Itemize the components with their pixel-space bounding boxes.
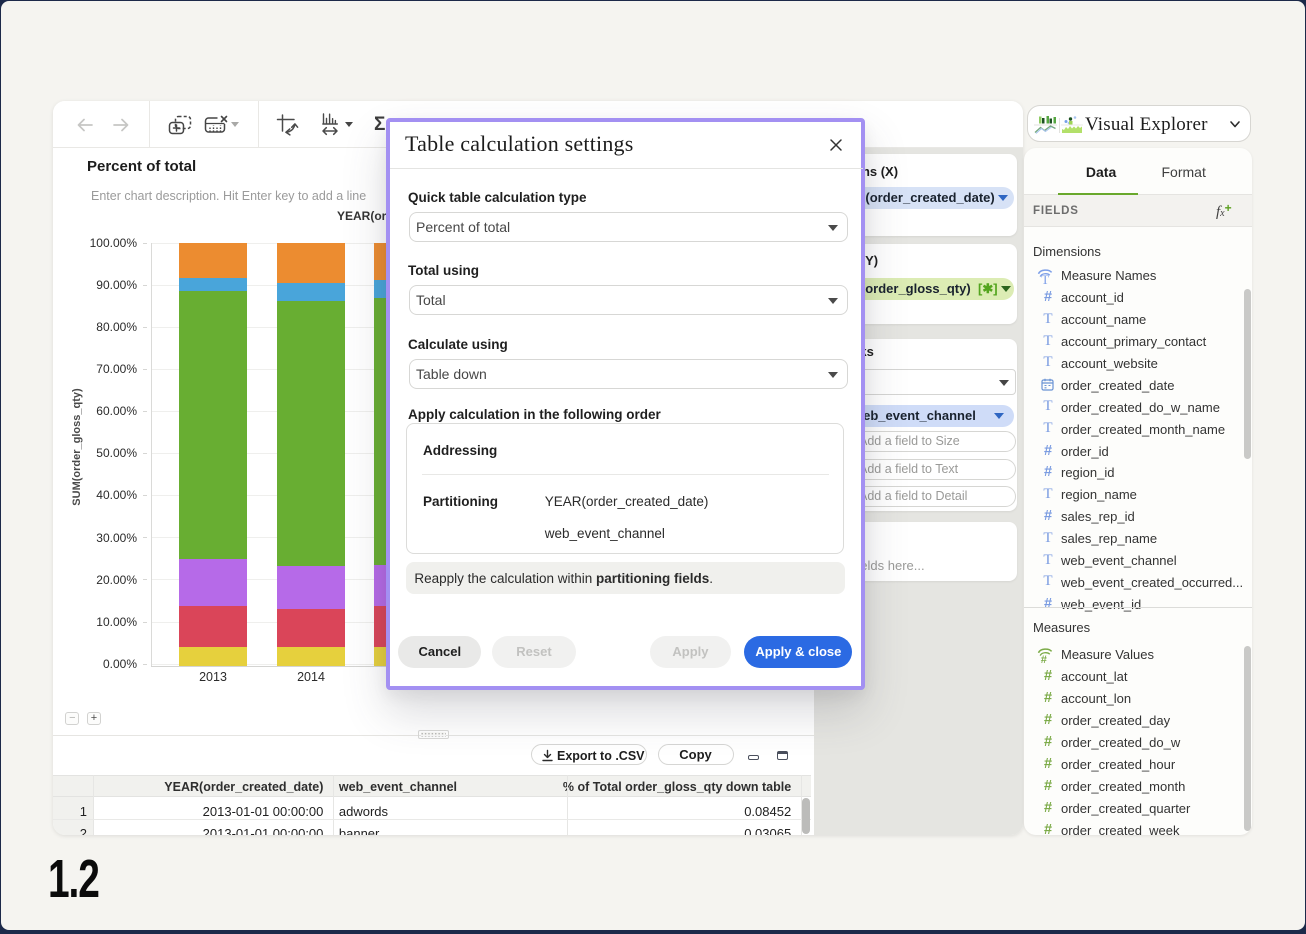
svg-text:#: # [1041,654,1047,664]
svg-text:T: T [1041,272,1049,285]
